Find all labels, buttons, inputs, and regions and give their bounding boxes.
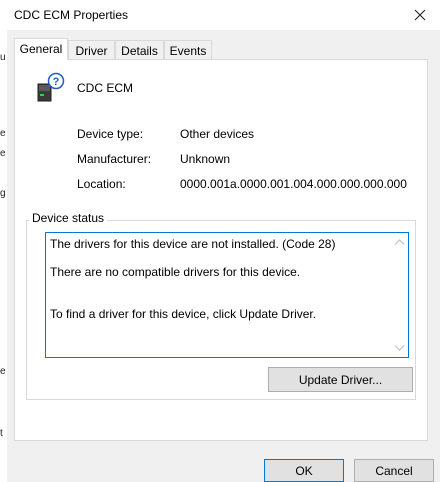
- update-driver-button[interactable]: Update Driver...: [268, 367, 413, 392]
- svg-text:?: ?: [53, 76, 60, 88]
- scroll-up-icon[interactable]: [394, 238, 405, 246]
- tab-details[interactable]: Details: [115, 40, 164, 59]
- manufacturer-label: Manufacturer:: [77, 152, 152, 166]
- status-scrollbar[interactable]: [391, 233, 408, 357]
- background-text: e: [0, 366, 6, 377]
- location-value: 0000.001a.0000.001.004.000.000.000.000: [180, 177, 407, 191]
- unknown-device-icon: ?: [37, 72, 65, 102]
- device-type-label: Device type:: [77, 127, 144, 141]
- scroll-down-icon[interactable]: [394, 344, 405, 352]
- background-text: t: [0, 428, 3, 439]
- background-text: e: [0, 148, 6, 159]
- title-bar[interactable]: CDC ECM Properties: [7, 0, 440, 30]
- status-line: The drivers for this device are not inst…: [50, 237, 336, 251]
- close-button[interactable]: [400, 0, 440, 30]
- device-status-legend: Device status: [29, 211, 108, 225]
- device-type-value: Other devices: [180, 127, 255, 141]
- background-text: e: [0, 128, 6, 139]
- window-title: CDC ECM Properties: [14, 8, 129, 22]
- manufacturer-value: Unknown: [180, 152, 231, 166]
- close-icon: [414, 9, 426, 21]
- status-line: There are no compatible drivers for this…: [50, 265, 301, 279]
- properties-dialog: CDC ECM Properties General Driver Detail…: [7, 0, 440, 482]
- background-text: g: [0, 188, 6, 199]
- location-label: Location:: [77, 177, 126, 191]
- tab-driver[interactable]: Driver: [68, 40, 115, 59]
- device-status-textbox[interactable]: The drivers for this device are not inst…: [45, 232, 409, 358]
- tab-general[interactable]: General: [14, 38, 68, 60]
- background-text: u: [0, 52, 6, 63]
- status-line: To find a driver for this device, click …: [50, 307, 317, 321]
- tab-events[interactable]: Events: [164, 40, 212, 59]
- cancel-button[interactable]: Cancel: [354, 459, 434, 482]
- ok-button[interactable]: OK: [264, 459, 344, 482]
- device-name: CDC ECM: [77, 81, 133, 95]
- general-tab-panel: ? CDC ECM Device type: Other devices Man…: [14, 59, 428, 441]
